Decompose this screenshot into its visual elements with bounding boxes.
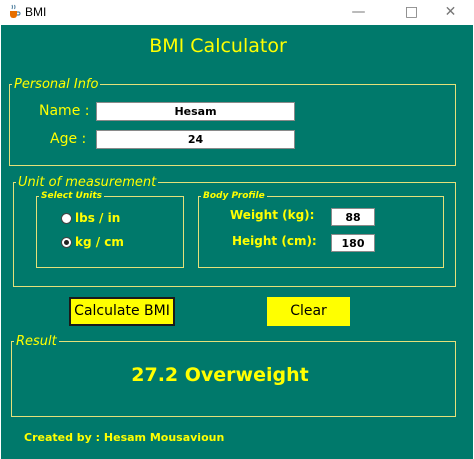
height-field[interactable] xyxy=(331,234,375,252)
window-titlebar[interactable]: BMI — □ ✕ xyxy=(0,0,474,25)
minimize-button[interactable]: — xyxy=(336,0,381,25)
weight-label: Weight (kg): xyxy=(230,208,315,222)
result-legend: Result xyxy=(16,334,57,349)
java-cup-icon xyxy=(6,4,22,20)
name-field[interactable] xyxy=(96,102,295,121)
select-units-group: Select Units xyxy=(36,191,184,268)
name-label: Name : xyxy=(39,103,90,119)
body-profile-group: Body Profile xyxy=(198,191,444,268)
app-title: BMI Calculator xyxy=(149,35,287,57)
height-label: Height (cm): xyxy=(232,234,317,248)
unit-of-measurement-legend: Unit of measurement xyxy=(18,175,157,190)
age-field[interactable] xyxy=(96,130,295,149)
result-value: 27.2 Overweight xyxy=(131,364,309,386)
select-units-legend: Select Units xyxy=(41,191,103,201)
personal-info-group: Personal Info xyxy=(9,77,456,166)
personal-info-legend: Personal Info xyxy=(14,77,99,92)
clear-button[interactable]: Clear xyxy=(267,297,350,326)
body-profile-legend: Body Profile xyxy=(203,191,265,201)
age-label: Age : xyxy=(50,131,87,147)
lbs-in-radio[interactable] xyxy=(61,213,72,224)
weight-field[interactable] xyxy=(331,208,375,226)
window-title: BMI xyxy=(25,5,47,19)
calculate-bmi-button[interactable]: Calculate BMI xyxy=(69,297,175,326)
kg-cm-radio[interactable] xyxy=(61,237,72,248)
kg-cm-label[interactable]: kg / cm xyxy=(75,235,124,249)
lbs-in-label[interactable]: lbs / in xyxy=(75,211,120,225)
close-button[interactable]: ✕ xyxy=(428,0,473,25)
app-body: BMI Calculator Personal Info Name : Age … xyxy=(1,25,473,459)
footer-credit: Created by : Hesam Mousavioun xyxy=(24,431,225,444)
